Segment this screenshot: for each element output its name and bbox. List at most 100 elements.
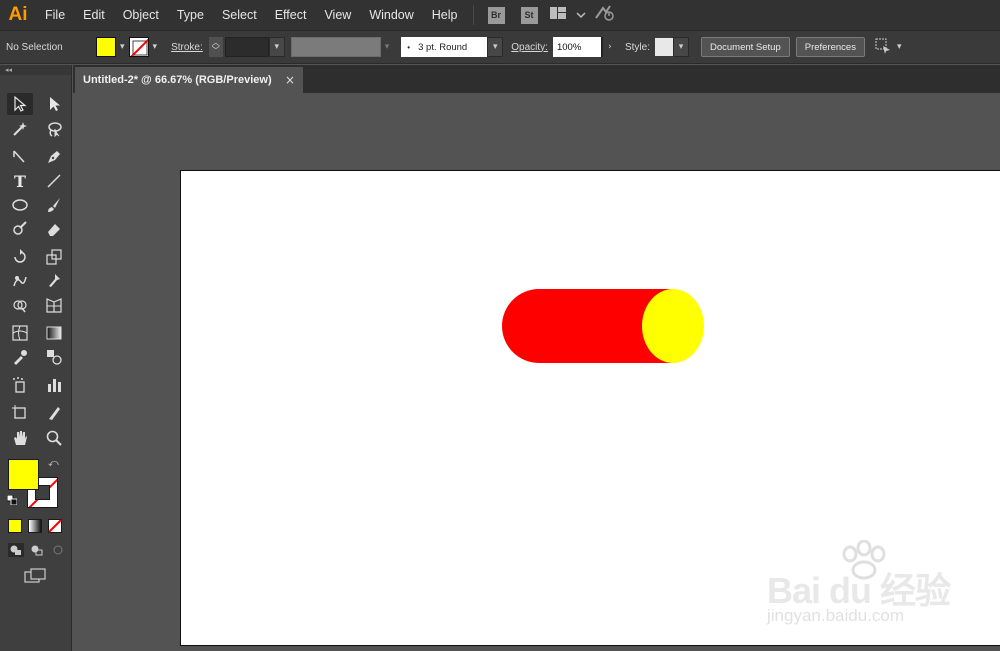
document-tabs: Untitled-2* @ 66.67% (RGB/Preview) × <box>73 65 1000 93</box>
cylinder-cap[interactable] <box>642 289 704 363</box>
puppet-warp-icon[interactable] <box>41 270 67 292</box>
arrange-documents-icon[interactable] <box>549 6 568 24</box>
opacity-arrow-icon[interactable]: › <box>603 42 617 52</box>
blend-icon[interactable] <box>41 346 67 368</box>
none-mode-icon[interactable] <box>48 519 62 533</box>
variable-width-profile[interactable] <box>290 37 381 57</box>
watermark-url: jingyan.baidu.com <box>767 606 905 625</box>
tool-row <box>7 146 67 168</box>
tools-panel: ◂◂ T ⤺ <box>0 65 72 651</box>
menu-edit[interactable]: Edit <box>74 8 114 22</box>
fill-swatch[interactable] <box>96 37 116 57</box>
symbol-sprayer-icon[interactable] <box>7 374 33 396</box>
document-setup-button[interactable]: Document Setup <box>700 37 790 57</box>
stock-button[interactable]: St <box>520 6 538 24</box>
chevron-down-icon[interactable]: ▾ <box>385 42 390 52</box>
lasso-icon[interactable] <box>41 118 67 140</box>
brush-dropdown[interactable]: ▾ <box>487 37 504 57</box>
gpu-performance-icon[interactable] <box>594 4 616 26</box>
column-graph-icon[interactable] <box>41 374 67 396</box>
collapse-panel-icon[interactable]: ◂◂ <box>0 65 71 75</box>
scale-icon[interactable] <box>41 246 67 268</box>
pen-icon[interactable] <box>41 146 67 168</box>
color-mode-icon[interactable] <box>8 519 22 533</box>
stroke-weight-input[interactable] <box>224 37 269 57</box>
menu-effect[interactable]: Effect <box>266 8 316 22</box>
fill-color-box[interactable] <box>8 459 39 490</box>
perspective-grid-icon[interactable] <box>41 294 67 316</box>
transform-icon[interactable] <box>873 36 893 58</box>
draw-normal-icon[interactable] <box>8 543 24 557</box>
screen-mode-icon[interactable] <box>24 568 48 586</box>
brush-definition[interactable]: • 3 pt. Round <box>401 37 488 57</box>
chevron-down-icon[interactable] <box>575 8 586 23</box>
tool-row <box>7 218 67 240</box>
app-logo: Ai <box>8 4 28 25</box>
ellipse-icon[interactable] <box>7 194 33 216</box>
tool-row <box>7 246 67 268</box>
menu-separator <box>472 5 474 25</box>
hand-icon[interactable] <box>7 427 33 449</box>
preferences-button[interactable]: Preferences <box>795 37 865 57</box>
eraser-icon[interactable] <box>41 218 67 240</box>
gradient-icon[interactable] <box>41 322 67 344</box>
document-tab[interactable]: Untitled-2* @ 66.67% (RGB/Preview) × <box>75 67 303 93</box>
eyedropper-icon[interactable] <box>7 346 33 368</box>
tool-row <box>7 402 67 424</box>
default-fill-stroke-icon[interactable] <box>7 495 17 505</box>
tool-row: T <box>7 170 67 192</box>
document-tab-title: Untitled-2* @ 66.67% (RGB/Preview) <box>83 74 272 86</box>
stroke-swatch[interactable] <box>128 37 149 57</box>
artboard-icon[interactable] <box>7 402 33 424</box>
brush-definition-label: 3 pt. Round <box>418 41 468 53</box>
gradient-mode-icon[interactable] <box>28 519 42 533</box>
tool-row <box>7 322 67 344</box>
draw-inside-icon[interactable] <box>50 543 66 557</box>
curvature-tool-icon[interactable] <box>7 146 33 168</box>
blob-brush-icon[interactable] <box>7 218 33 240</box>
tool-row <box>7 294 67 316</box>
opacity-label[interactable]: Opacity: <box>511 42 548 53</box>
slice-icon[interactable] <box>41 402 67 424</box>
opacity-input[interactable]: 100% <box>552 37 601 57</box>
stroke-label[interactable]: Stroke: <box>171 42 203 53</box>
tool-row <box>7 118 67 140</box>
stroke-weight-dropdown[interactable]: ▾ <box>268 37 285 57</box>
direct-selection-tool-icon[interactable] <box>41 93 67 115</box>
paintbrush-icon[interactable] <box>41 194 67 216</box>
control-bar: No Selection ▾ ▾ Stroke: ︿ ﹀ ▾ ▾ • 3 pt. … <box>0 30 1000 64</box>
chevron-down-icon[interactable]: ▾ <box>153 42 158 52</box>
menu-help[interactable]: Help <box>423 8 467 22</box>
swap-fill-stroke-icon[interactable]: ⤺ <box>48 458 59 469</box>
menu-window[interactable]: Window <box>360 8 422 22</box>
svg-text:T: T <box>14 172 26 190</box>
baidu-watermark: Bai du 经验 jingyan.baidu.com <box>765 540 985 635</box>
tool-row <box>7 270 67 292</box>
rotate-icon[interactable] <box>7 246 33 268</box>
warp-icon[interactable] <box>7 270 33 292</box>
zoom-icon[interactable] <box>41 427 67 449</box>
mesh-icon[interactable] <box>7 322 33 344</box>
chevron-down-icon[interactable]: ▾ <box>120 42 125 52</box>
menu-select[interactable]: Select <box>213 8 266 22</box>
stroke-weight-stepper[interactable]: ︿ ﹀ <box>208 37 223 57</box>
type-icon[interactable]: T <box>7 170 33 192</box>
magic-wand-icon[interactable] <box>7 118 33 140</box>
close-icon[interactable]: × <box>285 73 295 87</box>
shape-builder-icon[interactable] <box>7 294 33 316</box>
chevron-down-icon[interactable]: ▾ <box>897 42 902 52</box>
bridge-button[interactable]: Br <box>487 6 505 24</box>
selection-tool-icon[interactable] <box>7 93 33 115</box>
line-icon[interactable] <box>41 170 67 192</box>
graphic-style-swatch[interactable] <box>654 38 673 56</box>
style-dropdown[interactable]: ▾ <box>672 37 689 57</box>
menu-file[interactable]: File <box>36 8 74 22</box>
menu-view[interactable]: View <box>315 8 360 22</box>
brush-dot-icon: • <box>407 42 411 52</box>
menu-bar: Ai File Edit Object Type Select Effect V… <box>0 0 1000 30</box>
menu-object[interactable]: Object <box>114 8 168 22</box>
menu-type[interactable]: Type <box>168 8 213 22</box>
tool-row <box>7 346 67 368</box>
draw-behind-icon[interactable] <box>29 543 45 557</box>
tool-row <box>7 194 67 216</box>
